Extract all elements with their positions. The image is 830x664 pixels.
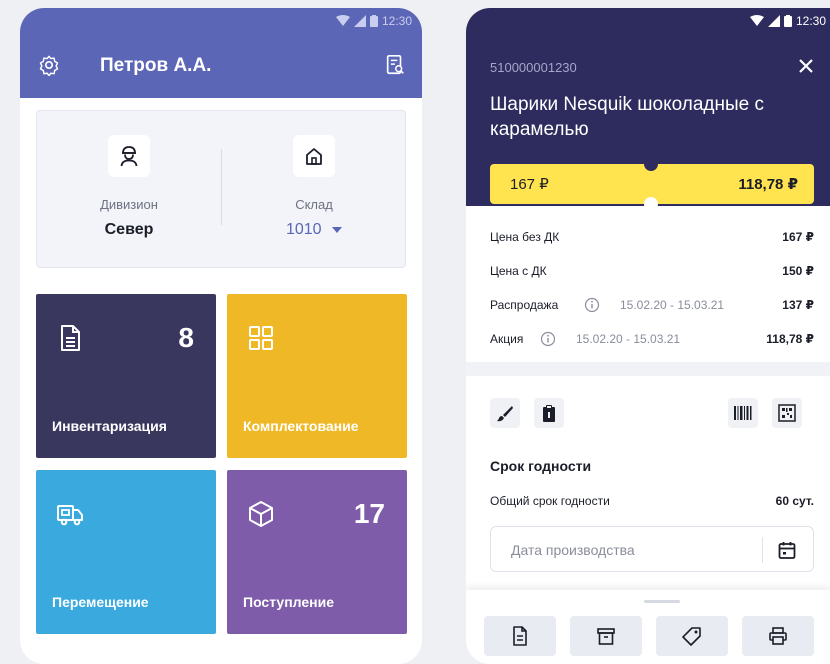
section-separator <box>466 362 830 376</box>
right-phone-screen: 12:30 510000001230 Шарики Nesquik шокола… <box>466 8 830 664</box>
document-button[interactable] <box>484 616 556 656</box>
home-icon <box>306 148 322 165</box>
warehouse-block[interactable]: Склад 1010 <box>222 111 406 269</box>
document-icon <box>513 626 527 646</box>
truck-icon <box>57 505 83 526</box>
input-divider <box>762 537 763 563</box>
tile-picking[interactable]: Комплектование <box>227 294 407 458</box>
shelf-life-label: Общий срок годности <box>490 494 610 508</box>
battery-icon <box>783 15 792 27</box>
division-icon-box <box>108 135 150 177</box>
price-row-price: 167 ₽ <box>782 230 814 244</box>
clipboard-button[interactable] <box>534 398 564 428</box>
chevron-down-icon <box>332 226 343 233</box>
ticket-old-price: 167 ₽ <box>510 176 549 193</box>
price-row-label: Цена без ДК <box>490 230 560 244</box>
barcode-button[interactable] <box>728 398 758 428</box>
qr-code-icon <box>778 404 796 422</box>
engineer-icon <box>120 146 138 167</box>
printer-icon <box>769 627 787 645</box>
price-row: Цена с ДК 150 ₽ <box>490 264 814 284</box>
division-block: Дивизион Север <box>37 111 221 269</box>
barcode-icon <box>734 406 752 420</box>
user-name: Петров А.А. <box>100 55 212 76</box>
tile-count: 8 <box>178 322 194 353</box>
info-icon[interactable] <box>540 331 556 347</box>
status-bar: 12:30 <box>335 14 412 28</box>
app-header: 12:30 Петров А.А. <box>20 8 422 98</box>
box-icon <box>249 501 273 527</box>
close-icon[interactable] <box>798 58 814 74</box>
price-row-dates: 15.02.20 - 15.03.21 <box>576 332 681 346</box>
production-date-field[interactable] <box>490 526 814 572</box>
signal-icon <box>767 15 780 27</box>
price-row: Распродажа 15.02.20 - 15.03.21 137 ₽ <box>490 297 814 318</box>
warehouse-label: Склад <box>295 197 333 212</box>
tile-count: 17 <box>353 498 385 529</box>
wifi-icon <box>749 15 764 26</box>
archive-button[interactable] <box>570 616 642 656</box>
tile-label: Комплектование <box>243 418 359 434</box>
warehouse-value: 1010 <box>285 221 322 238</box>
price-row-label: Акция <box>490 332 524 346</box>
brush-icon <box>497 406 513 422</box>
drag-handle[interactable] <box>644 600 680 603</box>
shelf-life-title: Срок годности <box>490 458 592 474</box>
tag-icon <box>682 627 701 646</box>
product-code: 510000001230 <box>490 60 577 75</box>
signal-icon <box>353 15 366 27</box>
division-label: Дивизион <box>100 197 158 212</box>
warehouse-icon-box <box>293 135 335 177</box>
tile-label: Перемещение <box>52 594 149 610</box>
shelf-life-value: 60 сут. <box>775 494 814 508</box>
bottom-action-bar <box>466 590 830 664</box>
tag-button[interactable] <box>656 616 728 656</box>
document-icon <box>61 325 80 351</box>
ticket-notch <box>644 197 658 211</box>
gear-icon[interactable] <box>38 54 60 76</box>
price-row-label: Распродажа <box>490 298 559 312</box>
left-phone-screen: 12:30 Петров А.А. Дивизион Север Склад 1… <box>20 8 422 664</box>
tile-receiving[interactable]: 17 Поступление <box>227 470 407 634</box>
tile-inventory[interactable]: 8 Инвентаризация <box>36 294 216 458</box>
price-row: Акция 15.02.20 - 15.03.21 118,78 ₽ <box>490 331 814 352</box>
qr-code-button[interactable] <box>772 398 802 428</box>
battery-icon <box>369 15 378 27</box>
document-search-icon[interactable] <box>384 54 406 76</box>
product-title: Шарики Nesquik шоколадные с карамелью <box>490 94 765 140</box>
grid-icon <box>249 326 273 350</box>
tile-label: Инвентаризация <box>52 418 167 434</box>
ticket-notch <box>644 157 658 171</box>
status-time: 12:30 <box>795 14 826 28</box>
brush-button[interactable] <box>490 398 520 428</box>
info-icon[interactable] <box>584 297 600 313</box>
ticket-new-price: 118,78 ₽ <box>738 176 798 193</box>
calendar-icon[interactable] <box>777 540 797 560</box>
production-date-input[interactable] <box>511 539 741 561</box>
price-row-label: Цена с ДК <box>490 264 547 278</box>
status-bar: 12:30 <box>749 14 826 28</box>
price-row-price: 150 ₽ <box>782 264 814 278</box>
printer-button[interactable] <box>742 616 814 656</box>
tile-transfer[interactable]: Перемещение <box>36 470 216 634</box>
price-row-price: 118,78 ₽ <box>766 332 814 346</box>
price-row-dates: 15.02.20 - 15.03.21 <box>620 298 725 312</box>
status-time: 12:30 <box>381 14 412 28</box>
wifi-icon <box>335 15 350 26</box>
archive-icon <box>597 628 615 645</box>
division-value: Север <box>104 221 154 238</box>
clipboard-icon <box>543 405 555 422</box>
price-row-price: 137 ₽ <box>782 298 814 312</box>
price-row: Цена без ДК 167 ₽ <box>490 230 814 250</box>
division-warehouse-card: Дивизион Север Склад 1010 <box>36 110 406 268</box>
warehouse-select[interactable]: 1010 <box>222 221 406 239</box>
tile-label: Поступление <box>243 594 335 610</box>
